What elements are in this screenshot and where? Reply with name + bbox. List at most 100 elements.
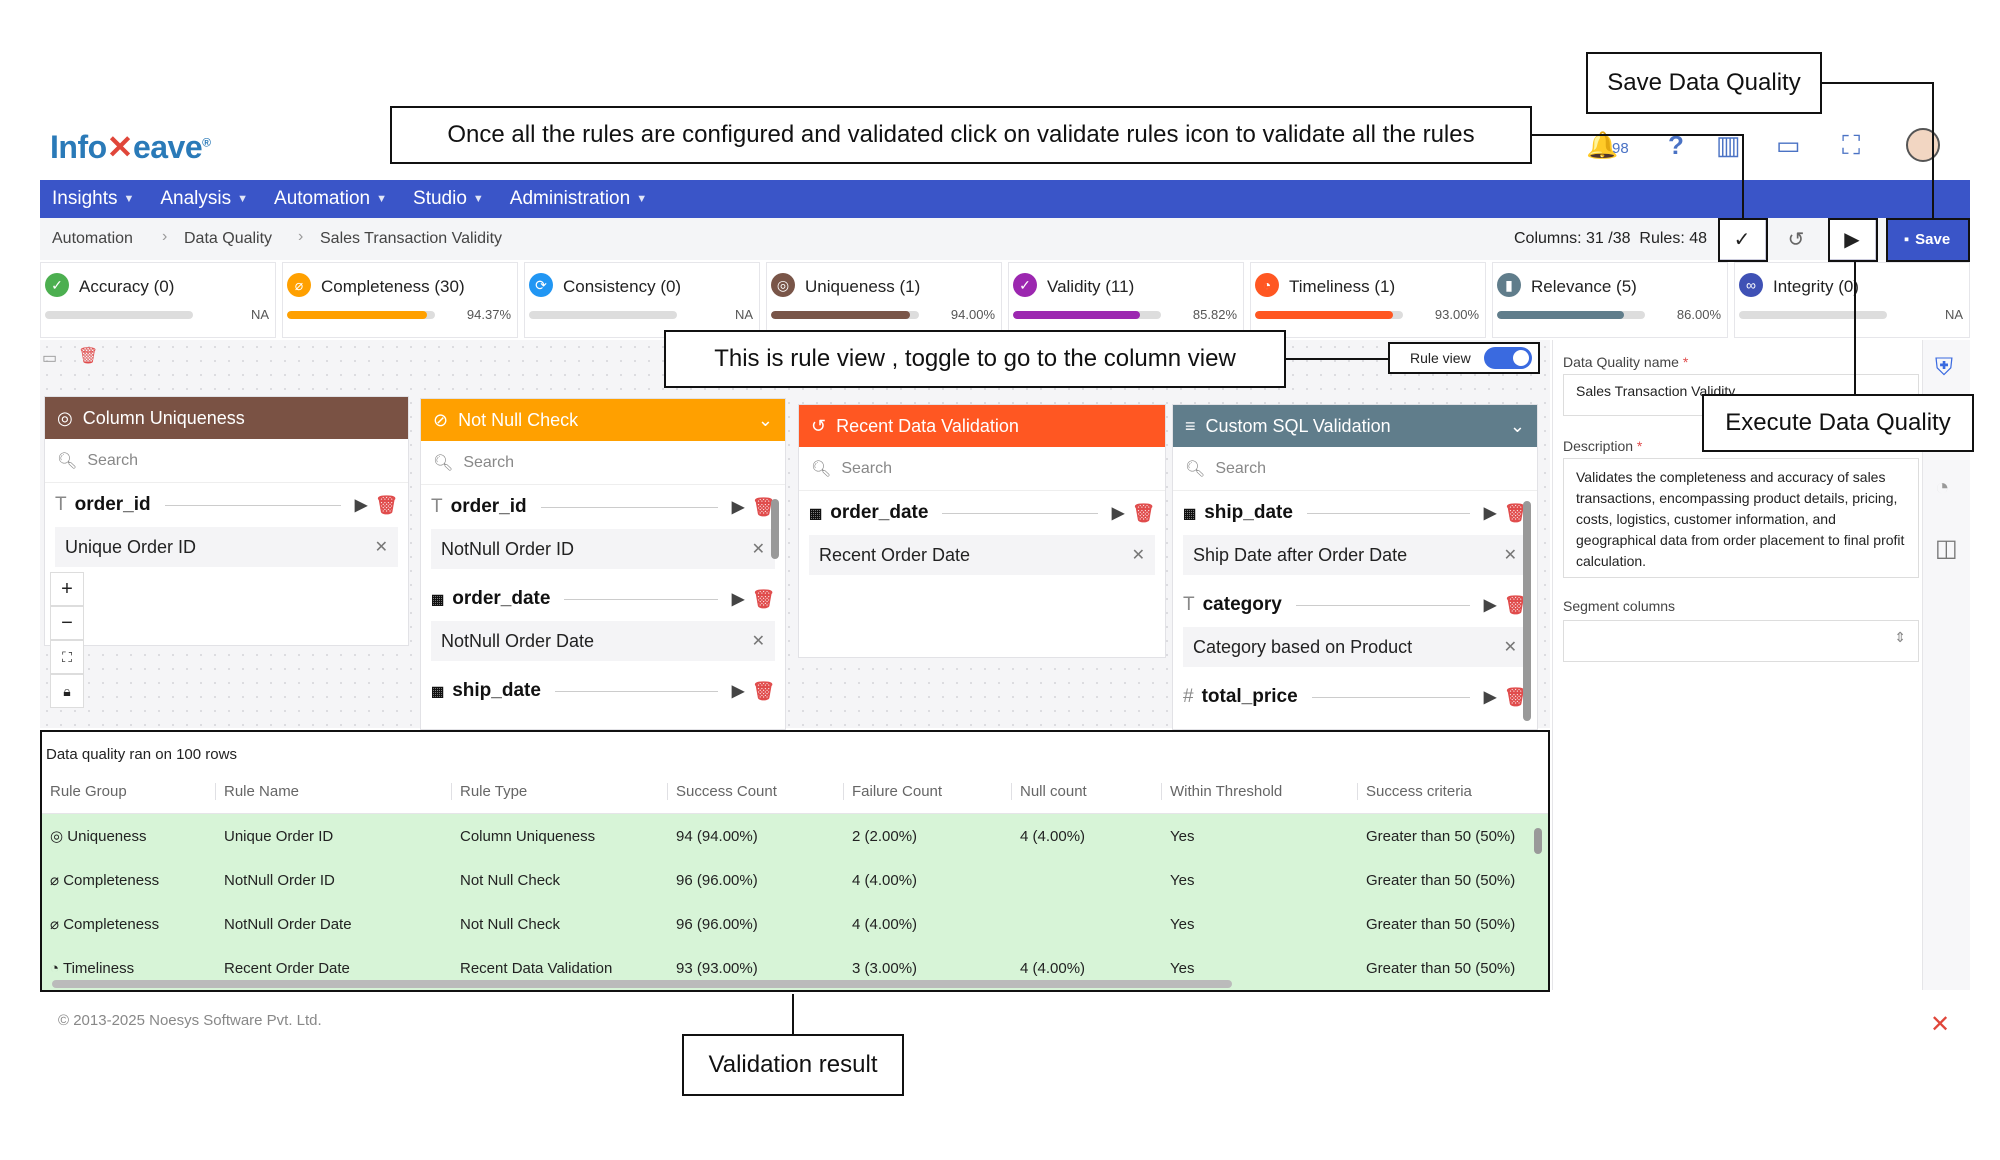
- play-icon[interactable]: ▶: [355, 495, 367, 515]
- play-icon[interactable]: ▶: [1112, 503, 1124, 523]
- rule-item[interactable]: Ship Date after Order Date ✕: [1183, 535, 1527, 575]
- rule-item[interactable]: NotNull Order ID ✕: [431, 529, 775, 569]
- history-button[interactable]: ↺: [1772, 218, 1820, 260]
- column-header[interactable]: Within Threshold: [1162, 783, 1358, 800]
- nav-studio[interactable]: Studio ▼: [413, 188, 484, 210]
- clock-icon[interactable]: ◔: [1935, 474, 1950, 502]
- metric-card[interactable]: ⟳ Consistency (0) NA: [524, 262, 760, 338]
- delete-icon[interactable]: 🗑: [752, 681, 775, 702]
- metric-card[interactable]: ◔ Timeliness (1) 93.00%: [1250, 262, 1486, 338]
- callout-result: Validation result: [682, 1034, 904, 1096]
- play-icon[interactable]: ▶: [732, 589, 744, 609]
- monitor-icon[interactable]: ▭: [1776, 130, 1801, 161]
- column-header[interactable]: Rule Group: [42, 783, 216, 800]
- consistency-icon: ⟳: [529, 273, 553, 297]
- metric-card[interactable]: ✓ Accuracy (0) NA: [40, 262, 276, 338]
- toggle-switch[interactable]: [1484, 347, 1532, 369]
- search-input[interactable]: 🔍︎ Search: [45, 439, 408, 483]
- close-icon[interactable]: ✕: [1504, 545, 1517, 565]
- column-header[interactable]: Failure Count: [844, 783, 1012, 800]
- metric-value: NA: [1944, 307, 1963, 322]
- table-cell: 96 (96.00%): [676, 871, 758, 889]
- rule-item[interactable]: Category based on Product ✕: [1183, 627, 1527, 667]
- delete-icon[interactable]: 🗑: [1132, 503, 1155, 524]
- card-header[interactable]: ≡ Custom SQL Validation ⌄: [1173, 405, 1537, 447]
- rule-column[interactable]: Torder_id ▶ 🗑: [421, 485, 785, 529]
- rule-column[interactable]: ▦ ship_date ▶ 🗑: [1173, 491, 1537, 535]
- rule-view-toggle[interactable]: Rule view: [1388, 342, 1540, 374]
- table-cell: NotNull Order ID: [224, 871, 335, 889]
- rule-view-label: Rule view: [1410, 350, 1471, 366]
- timeliness-icon: ◔: [50, 959, 63, 977]
- close-icon[interactable]: ✕: [752, 631, 765, 651]
- fullscreen-icon[interactable]: ⛶: [1842, 130, 1860, 162]
- card-header[interactable]: ⊘ Not Null Check ⌄: [421, 399, 785, 441]
- card-header[interactable]: ◎ Column Uniqueness: [45, 397, 408, 439]
- rule-item[interactable]: Unique Order ID ✕: [55, 527, 398, 567]
- rule-item[interactable]: Recent Order Date ✕: [809, 535, 1155, 575]
- scrollbar[interactable]: [1523, 501, 1531, 721]
- table-cell: 94 (94.00%): [676, 827, 758, 845]
- rule-item[interactable]: NotNull Order Date ✕: [431, 621, 775, 661]
- rule-column[interactable]: # total_price ▶ 🗑: [1173, 675, 1537, 719]
- lock-button[interactable]: 🔒︎: [50, 674, 84, 708]
- play-icon[interactable]: ▶: [1484, 595, 1496, 615]
- description-input[interactable]: Validates the completeness and accuracy …: [1563, 458, 1919, 578]
- metric-bar-fill: [1013, 311, 1140, 319]
- nav-automation[interactable]: Automation ▼: [274, 188, 387, 210]
- table-row[interactable]: ⌀ Completeness NotNull Order Date Not Null…: [42, 902, 1548, 946]
- table-row[interactable]: ⌀ Completeness NotNull Order ID Not Null C…: [42, 858, 1548, 902]
- rule-column[interactable]: ▦ order_date ▶ 🗑: [799, 491, 1165, 535]
- column-header[interactable]: Success criteria: [1358, 783, 1538, 800]
- metric-card[interactable]: ◎ Uniqueness (1) 94.00%: [766, 262, 1002, 338]
- table-row[interactable]: ◎ Uniqueness Unique Order ID Column Unique…: [42, 814, 1548, 858]
- rule-column[interactable]: Tcategory ▶ 🗑: [1173, 583, 1537, 627]
- play-icon[interactable]: ▶: [1484, 687, 1496, 707]
- shield-icon[interactable]: ⛨: [1935, 354, 1953, 382]
- nav-analysis[interactable]: Analysis ▼: [160, 188, 248, 210]
- search-input[interactable]: 🔍︎ Search: [799, 447, 1165, 491]
- card-header[interactable]: ↺ Recent Data Validation: [799, 405, 1165, 447]
- metric-card[interactable]: ✓ Validity (11) 85.82%: [1008, 262, 1244, 338]
- close-icon[interactable]: ✕: [1132, 545, 1145, 565]
- vertical-scrollbar[interactable]: [1534, 828, 1542, 854]
- column-header[interactable]: Null count: [1012, 783, 1162, 800]
- delete-icon[interactable]: 🗑: [375, 495, 398, 516]
- play-icon[interactable]: ▶: [732, 497, 744, 517]
- close-icon[interactable]: ✕: [752, 539, 765, 559]
- highlight-validate: [1718, 218, 1768, 262]
- chevron-down-icon[interactable]: ⌄: [758, 410, 773, 431]
- column-header[interactable]: Rule Type: [452, 783, 668, 800]
- fit-view-button[interactable]: ⛶: [50, 640, 84, 674]
- close-icon[interactable]: ✕: [375, 537, 388, 557]
- breadcrumb-automation[interactable]: Automation: [52, 230, 133, 248]
- search-input[interactable]: 🔍︎ Search: [1173, 447, 1537, 491]
- nav-insights[interactable]: Insights ▼: [52, 188, 134, 210]
- column-header[interactable]: Success Count: [668, 783, 844, 800]
- rule-column[interactable]: Torder_id ▶ 🗑: [45, 483, 408, 527]
- chevron-down-icon[interactable]: ⌄: [1510, 416, 1525, 437]
- scrollbar[interactable]: [771, 499, 779, 559]
- metric-card[interactable]: ⌀ Completeness (30) 94.37%: [282, 262, 518, 338]
- collapse-icon[interactable]: ▭: [42, 348, 57, 368]
- play-icon[interactable]: ▶: [732, 681, 744, 701]
- connector-line: [1742, 134, 1744, 218]
- breadcrumb-data-quality[interactable]: Data Quality: [184, 230, 272, 248]
- rule-column[interactable]: ▦ ship_date ▶ 🗑: [421, 669, 785, 713]
- metric-card[interactable]: ▮ Relevance (5) 86.00%: [1492, 262, 1728, 338]
- zoom-out-button[interactable]: −: [50, 606, 84, 640]
- avatar[interactable]: [1906, 128, 1940, 162]
- trash-icon[interactable]: 🗑: [78, 346, 98, 366]
- zoom-in-button[interactable]: +: [50, 572, 84, 606]
- close-icon[interactable]: ✕: [1504, 637, 1517, 657]
- search-input[interactable]: 🔍︎ Search: [421, 441, 785, 485]
- nav-administration[interactable]: Administration ▼: [510, 188, 647, 210]
- metric-card[interactable]: ∞ Integrity (0) NA: [1734, 262, 1970, 338]
- layout-icon[interactable]: ◫: [1935, 534, 1958, 563]
- segment-columns-select[interactable]: ⇕: [1563, 620, 1919, 662]
- horizontal-scrollbar[interactable]: [52, 980, 1232, 988]
- delete-icon[interactable]: 🗑: [752, 589, 775, 610]
- play-icon[interactable]: ▶: [1484, 503, 1496, 523]
- rule-column[interactable]: ▦ order_date ▶ 🗑: [421, 577, 785, 621]
- column-header[interactable]: Rule Name: [216, 783, 452, 800]
